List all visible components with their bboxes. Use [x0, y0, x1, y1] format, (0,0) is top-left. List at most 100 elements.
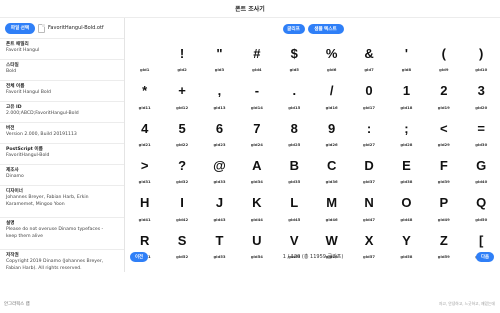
- glyph-cell[interactable]: ! gid2: [163, 39, 200, 76]
- info-value: Favorit Hangul: [6, 48, 40, 53]
- glyph-cell[interactable]: = gid30: [463, 114, 500, 151]
- glyph-char: M: [326, 196, 338, 211]
- glyph-id: gid42: [176, 216, 189, 222]
- glyph-cell[interactable]: Egid38: [388, 151, 425, 188]
- glyph-id: gid14: [250, 104, 263, 110]
- glyph-char: <: [440, 121, 448, 136]
- glyph-cell[interactable]: 2 gid19: [425, 76, 462, 113]
- glyph-cell[interactable]: * gid11: [126, 76, 163, 113]
- glyph-id: gid8: [401, 67, 412, 73]
- glyph-cell[interactable]: Mgid46: [313, 188, 350, 225]
- glyph-cell[interactable]: . gid15: [276, 76, 313, 113]
- glyph-cell[interactable]: # gid4: [238, 39, 275, 76]
- glyph-char: R: [140, 233, 150, 248]
- glyph-cell[interactable]: gid1: [126, 39, 163, 76]
- glyph-id: gid32: [176, 179, 189, 185]
- glyph-cell[interactable]: Bgid35: [276, 151, 313, 188]
- glyph-char: $: [290, 47, 298, 61]
- info-value: Please do not overuse Dinamo typefaces -: [6, 227, 104, 232]
- glyph-cell[interactable]: & gid7: [350, 39, 387, 76]
- glyph-cell[interactable]: Fgid39: [425, 151, 462, 188]
- glyph-cell[interactable]: Ggid40: [463, 151, 500, 188]
- glyph-cell[interactable]: / gid16: [313, 76, 350, 113]
- glyph-id: gid18: [400, 104, 413, 110]
- glyph-cell[interactable]: 8 gid25: [276, 114, 313, 151]
- glyph-id: gid45: [288, 216, 301, 222]
- glyph-cell[interactable]: 9 gid26: [313, 114, 350, 151]
- glyph-cell[interactable]: ) gid10: [463, 39, 500, 76]
- glyph-cell[interactable]: 5 gid22: [163, 114, 200, 151]
- glyph-char: V: [289, 233, 299, 248]
- glyph-cell[interactable]: 7 gid24: [238, 114, 275, 151]
- glyph-char: Z: [439, 233, 448, 248]
- glyph-char: ;: [404, 121, 409, 136]
- glyph-id: gid13: [213, 104, 226, 110]
- glyph-char: B: [289, 158, 299, 173]
- glyph-cell[interactable]: $ gid5: [276, 39, 313, 76]
- glyph-char: O: [401, 196, 412, 211]
- glyph-cell[interactable]: 6 gid23: [201, 114, 238, 151]
- glyph-cell[interactable]: , gid13: [201, 76, 238, 113]
- glyph-id: gid29: [437, 141, 450, 147]
- glyph-cell[interactable]: Ogid48: [388, 188, 425, 225]
- glyph-char: (: [441, 47, 446, 61]
- glyph-cell[interactable]: Dgid37: [350, 151, 387, 188]
- glyph-cell[interactable]: Kgid44: [238, 188, 275, 225]
- glyph-cell[interactable]: Igid42: [163, 188, 200, 225]
- info-value: Bold: [6, 69, 17, 74]
- glyph-cell[interactable]: Hgid41: [126, 188, 163, 225]
- glyph-cell[interactable]: 0 gid17: [350, 76, 387, 113]
- glyph-cell[interactable]: " gid3: [201, 39, 238, 76]
- glyph-id: gid33: [213, 179, 226, 185]
- info-row: 스타일 Bold: [0, 60, 124, 81]
- glyph-cell[interactable]: Agid34: [238, 151, 275, 188]
- glyph-cell[interactable]: 4 gid21: [126, 114, 163, 151]
- glyph-cell[interactable]: Cgid36: [313, 151, 350, 188]
- glyph-char: U: [252, 233, 262, 248]
- info-row: PostScript 이름 FavoritHangul-Bold: [0, 144, 124, 165]
- glyph-cell[interactable]: + gid12: [163, 76, 200, 113]
- glyph-cell[interactable]: Qgid50: [463, 188, 500, 225]
- view-toolbar: 글리프 샘플 텍스트: [126, 18, 500, 39]
- info-row: 버전 Version 2.000, Build 20191113: [0, 123, 124, 144]
- glyph-cell[interactable]: 1 gid18: [388, 76, 425, 113]
- glyph-view-button[interactable]: 글리프: [282, 23, 305, 34]
- glyph-char: G: [476, 158, 487, 173]
- info-value: keep them alive: [6, 233, 43, 239]
- glyph-id: gid27: [363, 141, 376, 147]
- glyph-cell[interactable]: Jgid43: [201, 188, 238, 225]
- next-page-button[interactable]: 다음: [476, 252, 494, 262]
- glyph-id: gid41: [138, 216, 151, 222]
- file-icon: [38, 23, 45, 33]
- glyph-cell[interactable]: < gid29: [425, 114, 462, 151]
- glyph-char: K: [252, 196, 262, 211]
- glyph-char: 4: [141, 121, 149, 136]
- glyph-id: gid24: [250, 141, 263, 147]
- glyph-char: >: [140, 158, 149, 173]
- glyph-char: [126, 47, 163, 62]
- glyph-cell[interactable]: - gid14: [238, 76, 275, 113]
- glyph-cell[interactable]: ' gid8: [388, 39, 425, 76]
- glyph-char: &: [364, 47, 374, 61]
- glyph-id: gid25: [288, 141, 301, 147]
- glyph-cell[interactable]: Lgid45: [276, 188, 313, 225]
- glyph-char: :: [366, 121, 372, 136]
- glyph-char: T: [215, 233, 224, 248]
- glyph-cell[interactable]: Ngid47: [350, 188, 387, 225]
- glyph-cell[interactable]: 3 gid20: [463, 76, 500, 113]
- glyph-cell[interactable]: Pgid49: [425, 188, 462, 225]
- glyph-id: gid48: [400, 216, 413, 222]
- glyph-cell[interactable]: > gid31: [126, 151, 163, 188]
- glyph-char: J: [215, 196, 224, 211]
- glyph-cell[interactable]: % gid6: [313, 39, 350, 76]
- glyph-char: C: [326, 158, 337, 173]
- glyph-cell[interactable]: ; gid28: [388, 114, 425, 151]
- glyph-cell[interactable]: @ gid33: [201, 151, 238, 188]
- sample-text-button[interactable]: 샘플 텍스트: [307, 23, 344, 34]
- glyph-char: .: [292, 84, 297, 99]
- file-select-button[interactable]: 파일 선택: [5, 22, 35, 34]
- glyph-cell[interactable]: (gid9: [425, 39, 462, 76]
- glyph-cell[interactable]: ? gid32: [163, 151, 200, 188]
- footer: 안그라픽스 랩 자고, 안녕하고, 느긋하고, 재밌는데: [0, 272, 500, 313]
- glyph-cell[interactable]: : gid27: [350, 114, 387, 151]
